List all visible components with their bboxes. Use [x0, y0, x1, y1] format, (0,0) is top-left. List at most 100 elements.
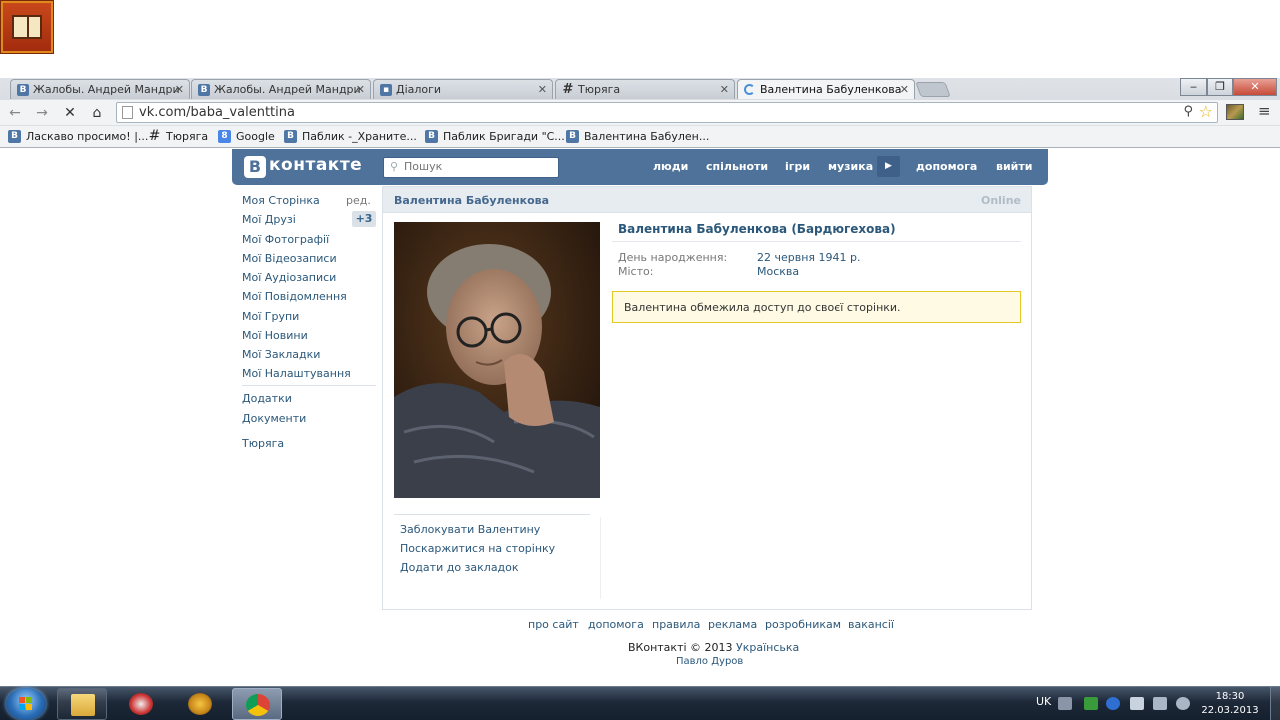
archive-taskbar-button[interactable] [175, 688, 225, 720]
language-link[interactable]: Українська [736, 641, 799, 654]
tab-close-icon[interactable]: ✕ [900, 83, 909, 96]
menu-my-bookmarks[interactable]: Мої Закладки [242, 348, 320, 361]
bookmark-google[interactable]: 8 Google [218, 129, 275, 145]
nav-help[interactable]: допомога [916, 160, 977, 173]
minimize-button[interactable]: ‒ [1180, 78, 1207, 96]
footer-ads[interactable]: реклама [708, 618, 757, 631]
menu-documents[interactable]: Документи [242, 412, 306, 425]
book-app-icon[interactable] [1, 1, 53, 53]
start-button[interactable] [6, 688, 46, 720]
menu-my-news[interactable]: Мої Новини [242, 329, 308, 342]
vk-logo-text[interactable]: контакте [269, 155, 362, 175]
copyright: ВКонтакті © 2013 Українська [628, 641, 799, 654]
menu-icon[interactable]: ≡ [1258, 102, 1271, 120]
flag-icon[interactable] [1130, 697, 1144, 710]
url-input[interactable] [139, 104, 1169, 121]
message-favicon-icon: ▪ [380, 84, 392, 96]
forward-arrow-icon[interactable]: → [33, 104, 51, 122]
stop-loading-icon[interactable]: ✕ [61, 104, 79, 122]
app-c-icon[interactable] [1106, 697, 1120, 710]
city-label: Місто: [618, 265, 654, 278]
menu-app-turyaga[interactable]: Тюряга [242, 437, 284, 450]
footer-developers[interactable]: розробникам [765, 618, 841, 631]
notice-text: Валентина обмежила доступ до своєї сторі… [624, 301, 901, 314]
report-page-link[interactable]: Поскаржитися на сторінку [400, 542, 555, 555]
birthday-value[interactable]: 22 червня 1941 р. [757, 251, 861, 264]
vk-search-box[interactable]: ⚲ [383, 157, 559, 178]
nav-communities[interactable]: спільноти [706, 160, 768, 173]
update-icon[interactable] [1084, 697, 1098, 710]
tab-close-icon[interactable]: ✕ [538, 83, 547, 96]
volume-icon[interactable] [1176, 697, 1190, 710]
music-play-icon[interactable]: ▶ [877, 156, 900, 177]
bookmark-welcome[interactable]: B Ласкаво просимо! |... [8, 129, 148, 145]
nav-logout[interactable]: вийти [996, 160, 1032, 173]
back-arrow-icon[interactable]: ← [6, 104, 24, 122]
extension-icon[interactable] [1226, 104, 1244, 120]
address-bar[interactable]: ⚲ ☆ [116, 102, 1218, 123]
profile-header-name[interactable]: Валентина Бабуленкова [394, 194, 549, 207]
bookmark-label: Паблик -_Храните... [302, 130, 417, 143]
nav-games[interactable]: ігри [785, 160, 810, 173]
menu-my-settings[interactable]: Мої Налаштування [242, 367, 351, 380]
page-icon [122, 106, 133, 119]
city-value[interactable]: Москва [757, 265, 799, 278]
chrome-taskbar-button[interactable] [232, 688, 282, 720]
menu-my-videos[interactable]: Мої Відеозаписи [242, 252, 337, 265]
menu-my-friends[interactable]: Мої Друзі [242, 213, 296, 226]
profile-photo[interactable] [394, 222, 600, 498]
bookmark-star-icon[interactable]: ☆ [1199, 102, 1213, 121]
maximize-button[interactable]: ❐ [1207, 78, 1233, 96]
footer-help[interactable]: допомога [588, 618, 644, 631]
language-indicator[interactable]: UK [1036, 695, 1051, 708]
home-icon[interactable]: ⌂ [88, 104, 106, 122]
nav-people[interactable]: люди [653, 160, 688, 173]
zoom-icon[interactable]: ⚲ [1183, 104, 1193, 119]
bookmark-public-2[interactable]: B Паблик Бригади "С... [425, 129, 565, 145]
menu-my-messages[interactable]: Мої Повідомлення [242, 290, 347, 303]
author-link[interactable]: Павло Дуров [676, 656, 743, 667]
tab-complaints-1[interactable]: B Жалобы. Андрей Мандри ✕ [10, 79, 190, 99]
block-user-link[interactable]: Заблокувати Валентину [400, 523, 540, 536]
menu-my-groups[interactable]: Мої Групи [242, 310, 299, 323]
footer-rules[interactable]: правила [652, 618, 700, 631]
vk-search-input[interactable] [404, 160, 554, 173]
media-taskbar-button[interactable] [116, 688, 166, 720]
hash-favicon-icon: # [148, 128, 161, 144]
footer-links: про сайт допомога правила реклама розроб… [0, 618, 1280, 634]
tab-close-icon[interactable]: ✕ [720, 83, 729, 96]
profile-topbar: Валентина Бабуленкова Online [383, 187, 1031, 213]
network-icon[interactable] [1153, 697, 1167, 710]
bookmark-label: Паблик Бригади "С... [443, 130, 565, 143]
copyright-text: ВКонтакті © 2013 [628, 641, 733, 654]
bookmark-valentina[interactable]: B Валентина Бабулен... [566, 129, 709, 145]
bookmark-public-1[interactable]: B Паблик -_Храните... [284, 129, 417, 145]
close-window-button[interactable]: ✕ [1233, 78, 1277, 96]
nav-music[interactable]: музика [828, 160, 873, 173]
footer-jobs[interactable]: вакансії [848, 618, 894, 631]
system-clock[interactable]: 18:30 22.03.2013 [1200, 690, 1260, 718]
friends-badge[interactable]: +3 [352, 211, 376, 227]
tab-valentina-active[interactable]: Валентина Бабуленкова ✕ [737, 79, 915, 99]
folder-icon [71, 694, 95, 716]
show-desktop-button[interactable] [1270, 687, 1280, 720]
menu-my-page[interactable]: Моя Сторінка [242, 194, 320, 207]
add-bookmark-link[interactable]: Додати до закладок [400, 561, 519, 574]
tab-close-icon[interactable]: ✕ [175, 83, 184, 96]
tab-dialogs[interactable]: ▪ Діалоги ✕ [373, 79, 553, 99]
vk-logo-icon[interactable]: В [244, 156, 266, 178]
bookmark-label: Ласкаво просимо! |... [26, 130, 149, 143]
tab-complaints-2[interactable]: B Жалобы. Андрей Мандри ✕ [191, 79, 371, 99]
menu-apps[interactable]: Додатки [242, 392, 292, 405]
tab-close-icon[interactable]: ✕ [356, 83, 365, 96]
bookmark-turyaga[interactable]: # Тюряга [148, 129, 208, 145]
explorer-taskbar-button[interactable] [57, 688, 107, 720]
menu-my-audios[interactable]: Мої Аудіозаписи [242, 271, 336, 284]
menu-my-photos[interactable]: Мої Фотографії [242, 233, 329, 246]
bookmarks-bar: B Ласкаво просимо! |... # Тюряга 8 Googl… [0, 125, 1280, 147]
keyboard-icon[interactable] [1058, 697, 1072, 710]
new-tab-button[interactable] [915, 82, 951, 97]
edit-link[interactable]: ред. [346, 194, 371, 207]
footer-about[interactable]: про сайт [528, 618, 579, 631]
tab-turyaga[interactable]: # Тюряга ✕ [555, 79, 735, 99]
